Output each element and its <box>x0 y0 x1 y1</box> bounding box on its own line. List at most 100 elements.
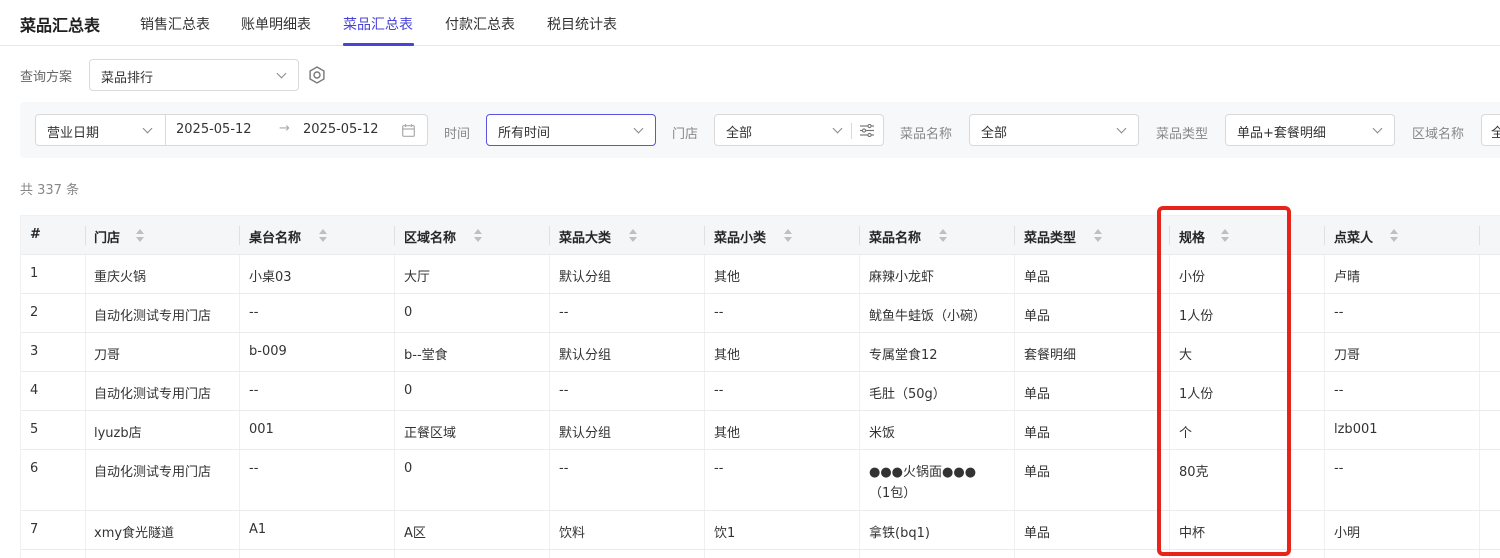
column-header-dish-name[interactable]: 菜品名称 <box>869 216 921 255</box>
top-bar: 菜品汇总表 销售汇总表 账单明细表 菜品汇总表 付款汇总表 税目统计表 <box>0 0 1500 46</box>
cell-dish-subcategory: 其他 <box>714 426 741 441</box>
area-select[interactable]: 全 <box>1481 114 1500 146</box>
cell-area-name: b--堂食 <box>404 348 448 363</box>
column-header-dish-subcategory[interactable]: 菜品小类 <box>714 216 766 255</box>
sort-icon[interactable] <box>474 229 482 242</box>
cell-store: xmy食光隧道 <box>94 526 175 541</box>
column-separator <box>85 226 86 245</box>
dish-name-select[interactable]: 全部 <box>969 114 1139 146</box>
cell-dish-category: 默认分组 <box>559 426 612 441</box>
column-separator <box>704 226 705 245</box>
active-tab-indicator <box>343 43 414 46</box>
date-end-value[interactable]: 2025-05-12 <box>303 122 379 137</box>
cell-area-name: 0 <box>404 461 413 476</box>
area-label: 区域名称 <box>1412 127 1465 142</box>
cell-dish-type: 套餐明细 <box>1024 348 1077 363</box>
cell-dish-subcategory: 饮1 <box>714 526 736 541</box>
sort-icon[interactable] <box>784 229 792 242</box>
cell-table-name: b-009 <box>249 344 287 359</box>
sort-icon[interactable] <box>629 229 637 242</box>
dish-type-select[interactable]: 单品+套餐明细 <box>1225 114 1395 146</box>
tab-tax-statistics[interactable]: 税目统计表 <box>547 14 617 34</box>
cell-store: lyuzb店 <box>94 426 142 441</box>
gear-icon[interactable] <box>308 66 326 84</box>
tab-payment-summary[interactable]: 付款汇总表 <box>445 14 515 34</box>
time-label: 时间 <box>444 127 471 142</box>
column-separator <box>1479 226 1480 245</box>
sort-icon[interactable] <box>939 229 947 242</box>
cell-dish-type: 单品 <box>1024 387 1051 402</box>
sort-icon[interactable] <box>1390 229 1398 242</box>
chevron-down-icon <box>142 123 153 134</box>
cell-index: 4 <box>30 383 39 398</box>
cell-index: 6 <box>30 461 39 476</box>
column-separator <box>1324 226 1325 245</box>
spec-column-highlight <box>1157 206 1291 556</box>
cell-area-name: 大厅 <box>404 270 431 285</box>
cell-area-name: 正餐区域 <box>404 426 457 441</box>
chevron-down-icon <box>633 123 644 134</box>
cell-table-name: -- <box>249 461 259 476</box>
date-start-value[interactable]: 2025-05-12 <box>176 122 252 137</box>
cell-orderer: 刀哥 <box>1334 348 1361 363</box>
dish-type-value: 单品+套餐明细 <box>1237 126 1326 141</box>
column-separator <box>239 226 240 245</box>
sort-icon[interactable] <box>136 229 144 242</box>
chevron-down-icon <box>1116 123 1127 134</box>
query-scheme-value: 菜品排行 <box>101 71 154 86</box>
column-header-table-name[interactable]: 桌台名称 <box>249 216 301 255</box>
sort-icon[interactable] <box>319 229 327 242</box>
cell-dish-subcategory: -- <box>714 305 724 320</box>
page-title: 菜品汇总表 <box>20 16 101 35</box>
column-separator <box>1014 226 1015 245</box>
cell-orderer: 卢晴 <box>1334 270 1361 285</box>
cell-index: 7 <box>30 522 39 537</box>
cell-dish-name: 鱿鱼牛蛙饭（小碗） <box>869 309 987 324</box>
cell-dish-type: 单品 <box>1024 270 1051 285</box>
cell-dish-category: 饮料 <box>559 526 586 541</box>
column-separator <box>394 226 395 245</box>
cell-dish-name-line2: （1包） <box>869 486 917 501</box>
cell-dish-category: 默认分组 <box>559 270 612 285</box>
cell-dish-category: -- <box>559 305 569 320</box>
chevron-down-icon <box>832 123 843 134</box>
date-range-picker[interactable]: 营业日期 2025-05-12 → 2025-05-12 <box>35 114 428 146</box>
dish-name-value: 全部 <box>981 126 1008 141</box>
column-header-area-name[interactable]: 区域名称 <box>404 216 456 255</box>
cell-table-name: A1 <box>249 522 267 537</box>
chevron-down-icon <box>276 68 287 79</box>
filter-settings-icon[interactable] <box>860 124 874 137</box>
cell-dish-name: 毛肚（50g） <box>869 387 946 402</box>
cell-index: 1 <box>30 266 39 281</box>
cell-dish-name: ●●●火锅面●●● <box>869 465 977 480</box>
date-type-value[interactable]: 营业日期 <box>47 122 99 141</box>
cell-table-name: 小桌03 <box>249 270 292 285</box>
cell-dish-type: 单品 <box>1024 465 1051 480</box>
column-header-dish-category[interactable]: 菜品大类 <box>559 216 611 255</box>
tab-bill-detail[interactable]: 账单明细表 <box>241 14 311 34</box>
column-separator <box>859 226 860 245</box>
tab-sales-summary[interactable]: 销售汇总表 <box>140 14 210 34</box>
query-scheme-select[interactable]: 菜品排行 <box>89 59 299 91</box>
calendar-icon[interactable] <box>402 124 415 137</box>
store-select[interactable]: 全部 <box>714 114 884 146</box>
time-select[interactable]: 所有时间 <box>486 114 656 146</box>
sort-icon[interactable] <box>1094 229 1102 242</box>
column-header-store[interactable]: 门店 <box>94 216 120 255</box>
cell-dish-name: 米饭 <box>869 426 896 441</box>
chevron-down-icon <box>1372 123 1383 134</box>
store-label: 门店 <box>672 127 699 142</box>
cell-store: 重庆火锅 <box>94 270 147 285</box>
tab-dish-summary[interactable]: 菜品汇总表 <box>343 14 413 34</box>
filter-panel: 营业日期 2025-05-12 → 2025-05-12 时间 所有时间 门店 … <box>20 102 1500 158</box>
column-header-orderer[interactable]: 点菜人 <box>1334 216 1373 255</box>
record-count: 共 337 条 <box>20 183 80 198</box>
cell-orderer: -- <box>1334 461 1344 476</box>
area-value: 全 <box>1491 126 1500 141</box>
cell-area-name: A区 <box>404 526 426 541</box>
cell-dish-type: 单品 <box>1024 526 1051 541</box>
query-scheme-label: 查询方案 <box>20 70 73 85</box>
cell-dish-category: -- <box>559 461 569 476</box>
date-range-arrow: → <box>279 121 290 136</box>
column-header-dish-type[interactable]: 菜品类型 <box>1024 216 1076 255</box>
